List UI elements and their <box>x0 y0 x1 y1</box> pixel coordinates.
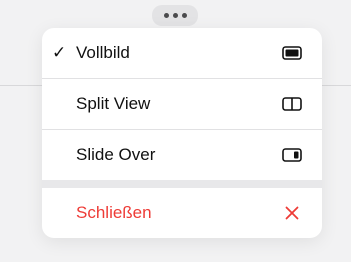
split-view-icon <box>282 96 302 112</box>
multitasking-handle[interactable] <box>152 5 198 26</box>
menu-item-label: Slide Over <box>76 145 156 164</box>
close-x-icon <box>282 205 302 221</box>
multitasking-menu: ✓ Vollbild Split View Slide Over Schließ… <box>42 28 322 238</box>
menu-item-label: Split View <box>76 94 151 113</box>
slide-over-icon <box>282 147 302 163</box>
fullscreen-icon <box>282 45 302 61</box>
ellipsis-icon <box>181 13 187 18</box>
menu-item-fullscreen[interactable]: ✓ Vollbild <box>42 28 322 78</box>
ellipsis-icon <box>172 13 178 18</box>
menu-item-slide-over[interactable]: Slide Over <box>42 130 322 180</box>
menu-group-gap <box>42 180 322 188</box>
menu-item-label: Schließen <box>76 203 152 222</box>
menu-item-split-view[interactable]: Split View <box>42 79 322 129</box>
menu-item-close[interactable]: Schließen <box>42 188 322 238</box>
ellipsis-icon <box>163 13 169 18</box>
menu-item-label: Vollbild <box>76 43 130 62</box>
checkmark-icon: ✓ <box>52 43 67 62</box>
